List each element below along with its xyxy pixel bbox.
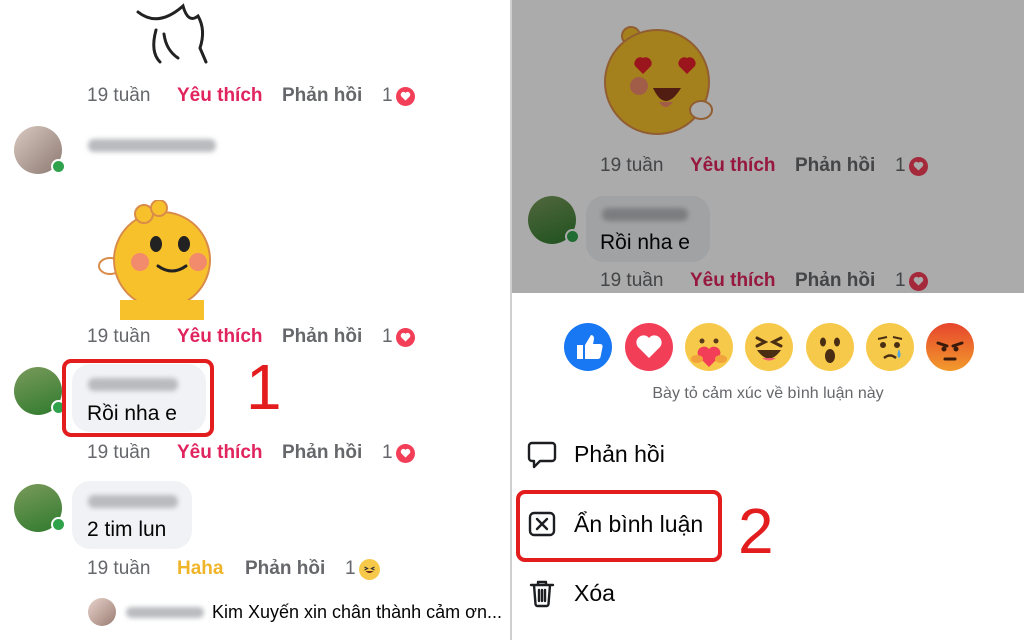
- reply-action[interactable]: Phản hồi: [526, 438, 665, 470]
- heart-icon: [395, 327, 415, 347]
- trash-icon: [529, 580, 555, 608]
- comment-time: 19 tuần: [87, 558, 151, 579]
- comment-text: 2 tim lun: [87, 518, 167, 541]
- author-name-blurred[interactable]: [88, 495, 178, 508]
- heart-icon: [395, 86, 415, 106]
- comment-time: 19 tuần: [87, 85, 151, 106]
- haha-reaction-icon[interactable]: [745, 323, 793, 371]
- like-button[interactable]: Yêu thích: [177, 326, 282, 348]
- action-sheet: Bày tỏ cảm xúc về bình luận này Phản hồi…: [512, 293, 1024, 640]
- sticker-image: [136, 3, 208, 64]
- reaction-caption: Bày tỏ cảm xúc về bình luận này: [652, 385, 884, 402]
- sad-reaction-icon[interactable]: [866, 323, 914, 371]
- haha-icon: [358, 558, 380, 580]
- author-name-blurred[interactable]: [88, 139, 216, 152]
- wow-reaction-icon[interactable]: [806, 323, 854, 371]
- highlight-box: [516, 490, 722, 562]
- reply-button[interactable]: Phản hồi: [245, 558, 345, 580]
- delete-action[interactable]: Xóa: [526, 577, 615, 609]
- love-reaction-icon[interactable]: [625, 323, 673, 371]
- delete-action-label: Xóa: [574, 579, 615, 606]
- reply-button[interactable]: Phản hồi: [282, 442, 382, 464]
- like-button[interactable]: Yêu thích: [177, 85, 282, 107]
- reply-button[interactable]: Phản hồi: [282, 85, 382, 107]
- speech-bubble-icon: [527, 441, 557, 469]
- avatar[interactable]: [88, 598, 116, 626]
- modal-overlay[interactable]: [512, 0, 1024, 293]
- author-name-blurred[interactable]: [126, 607, 204, 618]
- reaction-count[interactable]: 1: [345, 558, 380, 580]
- online-indicator: [51, 517, 66, 532]
- reaction-count[interactable]: 1: [382, 442, 415, 464]
- heart-icon: [395, 443, 415, 463]
- like-reaction-icon[interactable]: [564, 323, 612, 371]
- highlight-box: [62, 359, 214, 437]
- comment-meta: 19 tuần Yêu thích Phản hồi 1: [87, 326, 415, 348]
- left-screenshot: 19 tuần Yêu thích Phản hồi 1 19 tuần Yêu…: [0, 0, 510, 640]
- online-indicator: [51, 159, 66, 174]
- comment-time: 19 tuần: [87, 326, 151, 347]
- reply-preview-text[interactable]: Kim Xuyến xin chân thành cảm ơn...: [212, 602, 502, 623]
- comment-meta: 19 tuần Yêu thích Phản hồi 1: [87, 85, 415, 107]
- like-button[interactable]: Yêu thích: [177, 442, 282, 464]
- care-reaction-icon[interactable]: [685, 323, 733, 371]
- like-button[interactable]: Haha: [177, 558, 245, 580]
- comment-meta: 19 tuần Yêu thích Phản hồi 1: [87, 442, 415, 464]
- comment-meta: 19 tuần Haha Phản hồi 1: [87, 558, 380, 580]
- step-number: 2: [738, 495, 774, 567]
- reply-action-label: Phản hồi: [574, 440, 665, 467]
- reaction-count[interactable]: 1: [382, 326, 415, 348]
- comment-time: 19 tuần: [87, 442, 151, 463]
- right-screenshot: 19 tuần Yêu thích Phản hồi 1 Rồi nha e 1…: [512, 0, 1024, 640]
- step-number: 1: [246, 351, 282, 423]
- angry-reaction-icon[interactable]: [926, 323, 974, 371]
- reply-button[interactable]: Phản hồi: [282, 326, 382, 348]
- reaction-count[interactable]: 1: [382, 85, 415, 107]
- sticker-image: [98, 200, 211, 320]
